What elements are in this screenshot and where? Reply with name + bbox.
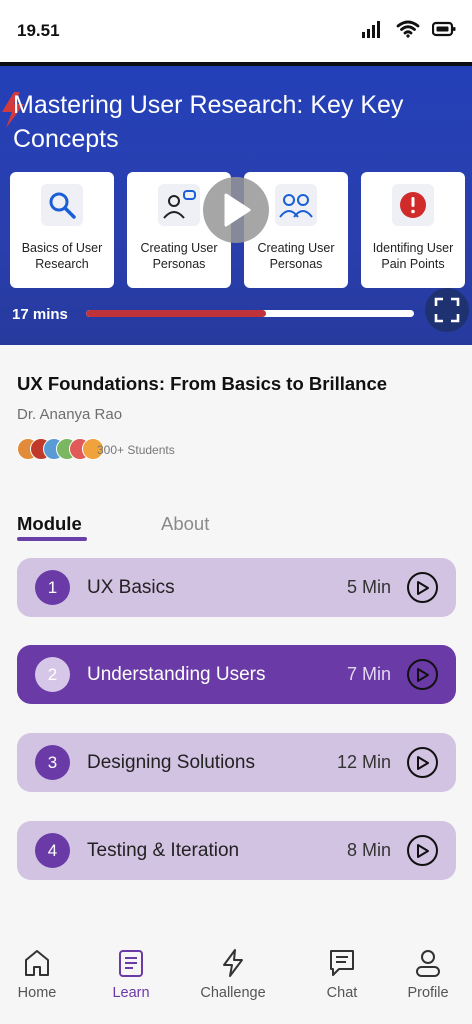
persona-chat-icon (158, 184, 200, 226)
module-item[interactable]: 4 Testing & Iteration 8 Min (17, 821, 456, 880)
module-label: Understanding Users (87, 664, 266, 685)
module-label: Testing & Iteration (87, 840, 240, 861)
nav-label: Chat (326, 985, 358, 1001)
status-time: 19.51 (17, 21, 60, 40)
nav-learn[interactable]: Learn (86, 934, 176, 1001)
video-progress-bar[interactable] (86, 310, 414, 317)
module-number: 1 (35, 570, 70, 605)
module-label: Designing Solutions (87, 752, 255, 773)
slide-card-label: Creating User Personas (140, 241, 218, 271)
module-play-button[interactable] (407, 659, 438, 690)
nav-chat[interactable]: Chat (297, 934, 387, 1001)
nav-label: Home (17, 985, 57, 1001)
chat-icon (297, 934, 387, 978)
module-play-button[interactable] (407, 835, 438, 866)
alert-icon (392, 184, 434, 226)
module-duration: 5 Min (346, 577, 391, 597)
slide-card: Basics of User Research (10, 172, 114, 288)
module-play-button[interactable] (407, 572, 438, 603)
play-icon (416, 580, 429, 595)
play-icon (224, 193, 251, 227)
wifi-icon (396, 20, 420, 38)
battery-icon (432, 21, 456, 37)
video-duration: 17 mins (12, 306, 68, 323)
slide-card-label: Basics of User Research (21, 241, 103, 271)
status-icons (362, 20, 456, 38)
tab-module[interactable]: Module (17, 513, 82, 535)
module-duration: 12 Min (336, 752, 391, 772)
two-users-icon (275, 184, 317, 226)
profile-icon (383, 934, 472, 978)
status-bar: 19.51 (0, 0, 472, 62)
video-play-button[interactable] (203, 177, 269, 243)
module-number: 2 (35, 657, 70, 692)
tab-active-indicator (17, 537, 87, 541)
instructor-name: Dr. Ananya Rao (17, 406, 123, 423)
module-label: UX Basics (87, 577, 175, 598)
nav-challenge[interactable]: Challenge (188, 934, 278, 1001)
course-title: UX Foundations: From Basics to Brillance (17, 373, 388, 394)
home-icon (0, 934, 82, 978)
play-icon (416, 843, 429, 858)
tab-about[interactable]: About (161, 513, 209, 535)
fullscreen-button[interactable] (425, 288, 469, 332)
module-item[interactable]: 1 UX Basics 5 Min (17, 558, 456, 617)
lightning-icon (188, 934, 278, 978)
module-item[interactable]: 3 Designing Solutions 12 Min (17, 733, 456, 792)
nav-label: Learn (112, 985, 150, 1001)
student-avatars (17, 438, 104, 460)
nav-label: Profile (407, 985, 449, 1001)
video-progress-fill (86, 310, 267, 317)
nav-home[interactable]: Home (0, 934, 82, 1001)
video-title: Mastering User Research: Key Key Concept… (13, 91, 404, 153)
module-number: 4 (35, 833, 70, 868)
fullscreen-icon (434, 297, 460, 323)
magnifier-icon (41, 184, 83, 226)
slide-card: Identifing User Pain Points (361, 172, 465, 288)
play-icon (416, 667, 429, 682)
signal-icon (362, 21, 380, 38)
module-number: 3 (35, 745, 70, 780)
bottom-navigation: Home Learn Challenge Chat Profile (0, 934, 472, 1024)
nav-label: Challenge (200, 985, 266, 1001)
module-play-button[interactable] (407, 747, 438, 778)
module-duration: 8 Min (346, 840, 391, 860)
module-duration: 7 Min (346, 664, 391, 684)
learn-icon (86, 934, 176, 978)
nav-profile[interactable]: Profile (383, 934, 472, 1001)
video-player[interactable]: Mastering User Research: Key Key Concept… (0, 62, 472, 345)
slide-card-label: Identifing User Pain Points (372, 241, 454, 271)
slide-card-label: Creating User Personas (257, 241, 335, 271)
play-icon (416, 755, 429, 770)
students-count: 300+ Students (97, 443, 175, 457)
module-item-active[interactable]: 2 Understanding Users 7 Min (17, 645, 456, 704)
